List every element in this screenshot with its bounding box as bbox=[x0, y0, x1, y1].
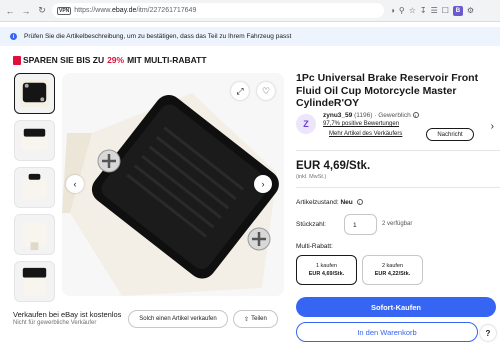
product-thumbnail-image bbox=[19, 79, 50, 108]
share-icon: ⇧ bbox=[244, 316, 250, 323]
vpn-badge[interactable]: VPN bbox=[57, 6, 72, 15]
seller-card: Z zynu3_59 (1196) · Gewerblich i 97,7% p… bbox=[296, 112, 500, 142]
tier-option-2[interactable]: 2 kaufen EUR 4,22/Stk. bbox=[362, 255, 423, 285]
sell-title: Verkaufen bei eBay ist kostenlos bbox=[13, 310, 122, 319]
product-title: 1Pc Universal Brake Reservoir Front Flui… bbox=[296, 72, 479, 109]
condition-label: Artikelzustand: bbox=[296, 199, 339, 206]
seller-name[interactable]: zynu3_59 bbox=[323, 112, 352, 119]
condition-value: Neu bbox=[340, 199, 353, 206]
brake-reservoir-image bbox=[62, 73, 284, 296]
tier-price: EUR 4,22/Stk. bbox=[374, 270, 411, 277]
add-to-cart-button[interactable]: In den Warenkorb bbox=[296, 322, 478, 342]
settings-icon[interactable]: ⚙ bbox=[467, 6, 474, 15]
promo-heading: SPAREN SIE BIS ZU 29% MIT MULTI-RABATT bbox=[13, 55, 207, 65]
seller-feedback-link[interactable]: 97,7% positive Bewertungen bbox=[323, 121, 399, 127]
thumbnail-1[interactable] bbox=[14, 73, 55, 114]
message-button[interactable]: Nachricht bbox=[426, 128, 474, 141]
thumbnail-list bbox=[14, 73, 55, 308]
quantity-input[interactable]: 1 bbox=[344, 214, 377, 235]
share-button[interactable]: ⇧ Teilen bbox=[233, 310, 278, 328]
seller-type: · Gewerblich bbox=[374, 112, 411, 119]
promo-percent: 29% bbox=[107, 55, 125, 65]
quantity-label: Stückzahl: bbox=[296, 221, 326, 228]
tier-option-1[interactable]: 1 kaufen EUR 4,69/Stk. bbox=[296, 255, 357, 285]
info-icon[interactable]: i bbox=[412, 112, 419, 119]
url-prefix: https://www. bbox=[74, 7, 113, 14]
help-button[interactable]: ? bbox=[480, 325, 496, 341]
translate-icon[interactable]: ◑ bbox=[390, 6, 395, 15]
product-thumbnail-image bbox=[22, 173, 47, 200]
tag-icon bbox=[13, 55, 21, 65]
url-domain: ebay.de bbox=[112, 7, 137, 14]
seller-more-items-link[interactable]: Mehr Artikel des Verkäufers bbox=[329, 131, 402, 137]
reload-icon[interactable]: ↻ bbox=[36, 5, 48, 17]
bookmarks-icon[interactable]: ☰ bbox=[431, 6, 438, 15]
extension-icon[interactable]: ☐ bbox=[442, 6, 449, 15]
product-thumbnail-image bbox=[20, 128, 49, 151]
star-icon[interactable]: ☆ bbox=[409, 6, 416, 15]
tier-price: EUR 4,69/Stk. bbox=[308, 270, 345, 277]
thumbnail-3[interactable] bbox=[14, 167, 55, 208]
multi-discount-label: Multi-Rabatt: bbox=[296, 243, 333, 250]
tier-qty: 2 kaufen bbox=[381, 263, 404, 269]
available-count: 2 verfügbar bbox=[382, 221, 413, 227]
profile-icon[interactable]: B bbox=[452, 5, 463, 16]
chevron-right-icon[interactable]: › bbox=[254, 175, 272, 193]
seller-rating-count: (1196) bbox=[354, 112, 373, 119]
promo-prefix: SPAREN SIE BIS ZU bbox=[23, 55, 105, 65]
chevron-left-icon[interactable]: ‹ bbox=[66, 175, 84, 193]
address-bar[interactable]: VPN https://www. ebay.de /itm/2272617176… bbox=[52, 3, 384, 18]
thumbnail-5[interactable] bbox=[14, 261, 55, 302]
price: EUR 4,69/Stk. bbox=[296, 160, 371, 172]
thumbnail-4[interactable] bbox=[14, 214, 55, 255]
divider bbox=[296, 187, 500, 188]
zoom-icon[interactable]: ⚲ bbox=[399, 6, 405, 15]
browser-toolbar: ← → ↻ VPN https://www. ebay.de /itm/2272… bbox=[0, 0, 500, 22]
avatar[interactable]: Z bbox=[296, 114, 316, 134]
share-label: Teilen bbox=[251, 316, 267, 322]
promo-suffix: MIT MULTI-RABATT bbox=[127, 55, 207, 65]
buy-now-button[interactable]: Sofort-Kaufen bbox=[296, 297, 496, 317]
compatibility-banner: i Prüfen Sie die Artikelbeschreibung, um… bbox=[0, 27, 500, 46]
expand-icon[interactable]: ⤢ bbox=[231, 82, 249, 100]
divider bbox=[296, 150, 500, 151]
url-path: /itm/227261717649 bbox=[136, 7, 197, 14]
chevron-right-icon[interactable]: › bbox=[491, 121, 494, 132]
thumbnail-2[interactable] bbox=[14, 120, 55, 161]
heart-icon[interactable]: ♡ bbox=[257, 82, 275, 100]
info-icon: i bbox=[10, 33, 17, 40]
banner-text: Prüfen Sie die Artikelbeschreibung, um z… bbox=[24, 33, 292, 40]
seller-name-line: zynu3_59 (1196) · Gewerblich i bbox=[323, 112, 419, 119]
condition-row: Artikelzustand: Neu i bbox=[296, 199, 363, 206]
info-icon[interactable]: i bbox=[356, 199, 363, 206]
main-product-image[interactable]: ⤢ ♡ ‹ › bbox=[62, 73, 284, 296]
download-icon[interactable]: ↧ bbox=[420, 6, 427, 15]
vat-note: (inkl. MwSt.) bbox=[296, 174, 327, 180]
product-thumbnail-image bbox=[22, 267, 47, 296]
sell-similar-button[interactable]: Solch einen Artikel verkaufen bbox=[128, 310, 228, 328]
forward-arrow-icon[interactable]: → bbox=[20, 5, 32, 17]
product-thumbnail-image bbox=[22, 222, 47, 251]
tier-qty: 1 kaufen bbox=[315, 263, 338, 269]
sell-subtitle: Nicht für gewerbliche Verkäufer bbox=[13, 320, 97, 326]
back-arrow-icon[interactable]: ← bbox=[4, 5, 16, 17]
browser-actions: ◑ ⚲ ☆ ↧ ☰ ☐ B ⚙ bbox=[390, 5, 474, 16]
